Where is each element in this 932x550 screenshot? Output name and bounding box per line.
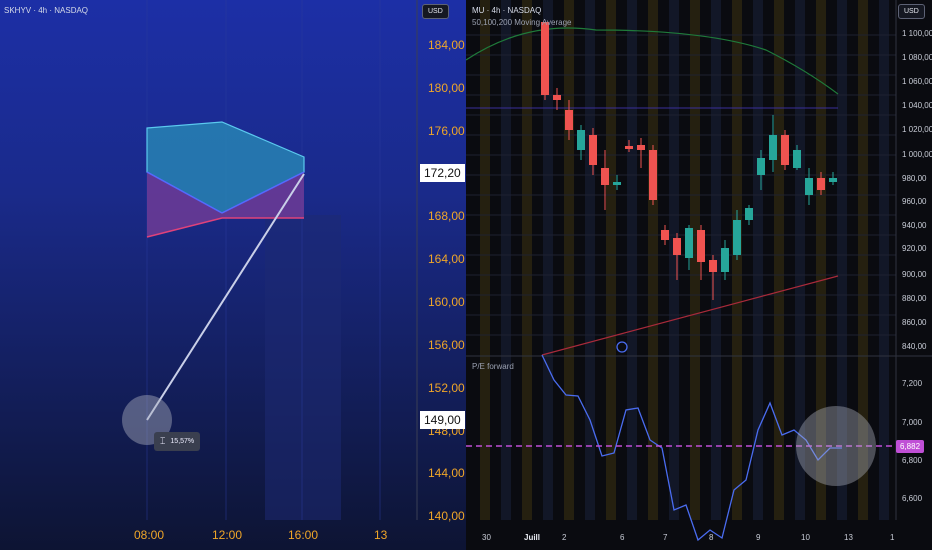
lower-price-tag: 149,00 bbox=[420, 411, 465, 429]
candle-body bbox=[793, 150, 801, 168]
candle-body bbox=[673, 238, 681, 255]
price-tick-label: 156,00 bbox=[428, 338, 465, 352]
price-tick-label: 1 060,00 bbox=[902, 77, 932, 86]
price-tick-label: 900,00 bbox=[902, 270, 927, 279]
price-tick-label: 1 020,00 bbox=[902, 125, 932, 134]
candle-body bbox=[649, 150, 657, 200]
price-tick-label: 980,00 bbox=[902, 174, 927, 183]
session-band bbox=[480, 0, 490, 520]
candle-body bbox=[541, 22, 549, 95]
pe-pane-label: P/E forward bbox=[472, 362, 514, 371]
session-band bbox=[265, 215, 341, 520]
date-tick-label: 8 bbox=[709, 533, 714, 542]
candle-body bbox=[733, 220, 741, 255]
price-tick-label: 840,00 bbox=[902, 342, 927, 351]
date-tick-label: 2 bbox=[562, 533, 567, 542]
left-chart-pane[interactable]: SKHYV · 4h · NASDAQ USD 184,00 180,00 176,… bbox=[0, 0, 466, 550]
candle-body bbox=[565, 110, 573, 130]
time-tick-label: 12:00 bbox=[212, 528, 243, 542]
symbol-label: SKHYV · 4h · NASDAQ bbox=[4, 6, 89, 15]
pe-value-tag: 6,882 bbox=[896, 440, 925, 453]
left-chart-canvas[interactable] bbox=[0, 0, 466, 550]
price-tick-label: 880,00 bbox=[902, 294, 927, 303]
indicator-label: 50,100,200 Moving Average bbox=[472, 18, 572, 27]
candle-body bbox=[805, 178, 813, 195]
price-tick-label: 184,00 bbox=[428, 38, 465, 52]
session-band bbox=[501, 0, 511, 520]
price-tick-label: 860,00 bbox=[902, 318, 927, 327]
session-band bbox=[606, 0, 616, 520]
current-price-tag: 172,20 bbox=[420, 164, 465, 182]
price-tick-label: 960,00 bbox=[902, 197, 927, 206]
date-tick-label: 1 bbox=[890, 533, 895, 542]
price-tick-label: 940,00 bbox=[902, 221, 927, 230]
session-band bbox=[585, 0, 595, 520]
date-tick-label: 30 bbox=[482, 533, 491, 542]
price-tick-label: 920,00 bbox=[902, 244, 927, 253]
time-tick-label: 13 bbox=[374, 528, 388, 542]
date-tick-label: Juill bbox=[524, 533, 541, 542]
date-tick-label: 9 bbox=[756, 533, 761, 542]
currency-button[interactable]: USD bbox=[898, 4, 925, 19]
candle-body bbox=[553, 95, 561, 100]
candle-body bbox=[589, 135, 597, 165]
right-chart-canvas[interactable] bbox=[466, 0, 932, 550]
session-band bbox=[522, 0, 532, 520]
price-tick-label: 1 000,00 bbox=[902, 150, 932, 159]
price-tick-label: 176,00 bbox=[428, 124, 465, 138]
session-band bbox=[627, 0, 637, 520]
price-tick-label: 180,00 bbox=[428, 81, 465, 95]
price-tick-label: 1 100,00 bbox=[902, 29, 932, 38]
price-tick-label: 140,00 bbox=[428, 509, 465, 523]
date-tick-label: 13 bbox=[844, 533, 853, 542]
session-band bbox=[879, 0, 889, 520]
session-band bbox=[564, 0, 574, 520]
highlight-circle bbox=[796, 406, 876, 486]
pe-tick-label: 6,800 bbox=[902, 456, 923, 465]
price-tick-label: 152,00 bbox=[428, 381, 465, 395]
price-tick-label: 164,00 bbox=[428, 252, 465, 266]
candle-body bbox=[601, 168, 609, 185]
candle-body bbox=[577, 130, 585, 150]
session-band bbox=[774, 0, 784, 520]
date-tick-label: 10 bbox=[801, 533, 810, 542]
time-tick-label: 08:00 bbox=[134, 528, 165, 542]
event-marker-icon bbox=[616, 341, 628, 353]
price-tick-label: 1 080,00 bbox=[902, 53, 932, 62]
right-chart-pane[interactable]: MU · 4h · NASDAQ 50,100,200 Moving Avera… bbox=[466, 0, 932, 550]
candle-body bbox=[661, 230, 669, 240]
candle-body bbox=[625, 146, 633, 149]
pe-tick-label: 7,200 bbox=[902, 379, 923, 388]
candle-body bbox=[697, 230, 705, 262]
candle-body bbox=[769, 135, 777, 160]
time-tick-label: 16:00 bbox=[288, 528, 319, 542]
measure-percent: 15,57% bbox=[170, 438, 195, 445]
measure-cursor-icon: ⌶ bbox=[160, 436, 166, 446]
candle-body bbox=[757, 158, 765, 175]
candle-body bbox=[817, 178, 825, 190]
pe-tick-label: 6,600 bbox=[902, 494, 923, 503]
measure-badge: ⌶ 15,57% bbox=[154, 432, 201, 451]
candle-body bbox=[709, 260, 717, 272]
date-tick-label: 7 bbox=[663, 533, 668, 542]
candle-body bbox=[721, 248, 729, 272]
price-tick-label: 144,00 bbox=[428, 466, 465, 480]
candle-body bbox=[829, 178, 837, 182]
candle-body bbox=[745, 208, 753, 220]
symbol-label: MU · 4h · NASDAQ bbox=[472, 6, 542, 15]
candle-body bbox=[637, 145, 645, 150]
currency-button[interactable]: USD bbox=[422, 4, 449, 19]
pe-tick-label: 7,000 bbox=[902, 418, 923, 427]
price-tick-label: 1 040,00 bbox=[902, 101, 932, 110]
price-tick-label: 168,00 bbox=[428, 209, 465, 223]
candle-body bbox=[613, 182, 621, 185]
price-tick-label: 160,00 bbox=[428, 295, 465, 309]
candle-body bbox=[685, 228, 693, 258]
candle-body bbox=[781, 135, 789, 165]
date-tick-label: 6 bbox=[620, 533, 625, 542]
